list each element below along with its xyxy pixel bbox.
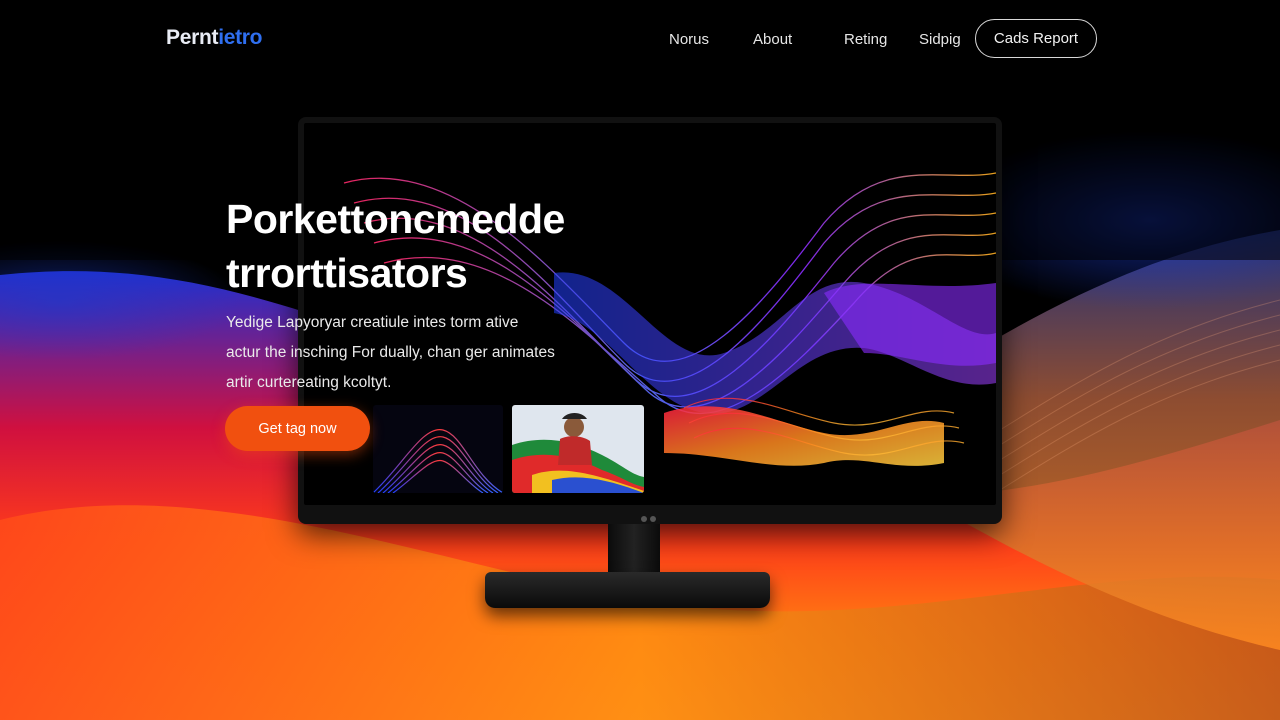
nav-link-reting[interactable]: Reting	[844, 31, 887, 48]
nav-link-norus[interactable]: Norus	[669, 31, 709, 48]
logo-text-primary: Pernt	[166, 26, 219, 49]
power-indicator	[641, 509, 659, 522]
monitor-stand-base	[485, 572, 770, 608]
nav-link-sidpig[interactable]: Sidpig	[919, 31, 961, 48]
logo-text-accent: ietro	[218, 26, 263, 49]
nav-link-about[interactable]: About	[753, 31, 792, 48]
hero-description-line-3: artir curtereating kcoltyt.	[226, 374, 392, 391]
thumbnail-artist-photo[interactable]	[512, 405, 644, 493]
hero-title-line-1: Porkettoncmedde	[226, 196, 565, 242]
hero-title-line-2: trrorttisators	[226, 250, 468, 296]
monitor-stand-neck	[608, 524, 660, 576]
header-cta-button[interactable]: Cads Report	[975, 19, 1097, 58]
hero-cta-button[interactable]: Get tag now	[225, 406, 370, 451]
hero-description-line-2: actur the insching For dually, chan ger …	[226, 344, 555, 361]
hero-description-line-1: Yedige Lapyoryar creatiule intes torm at…	[226, 314, 519, 331]
thumbnail-wave-blue[interactable]	[373, 405, 503, 493]
hero-title: Porkettoncmedde trrorttisators	[226, 192, 626, 300]
hero-description: Yedige Lapyoryar creatiule intes torm at…	[226, 308, 555, 398]
brand-logo[interactable]: Perntietro	[166, 26, 263, 50]
